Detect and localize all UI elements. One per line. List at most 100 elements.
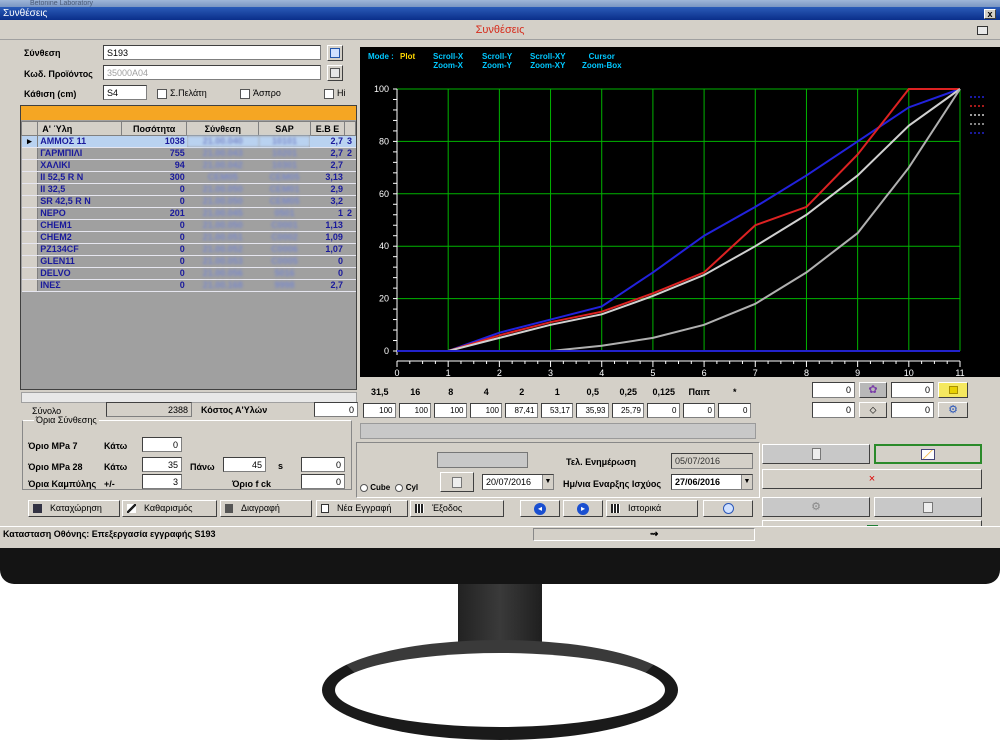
cell-extra[interactable] xyxy=(344,171,356,184)
checkbox-box[interactable] xyxy=(157,88,167,99)
calendar-button[interactable] xyxy=(440,472,474,492)
cell-material[interactable]: II 52,5 R N xyxy=(37,171,122,184)
sieve-value-field[interactable]: 100 xyxy=(469,403,502,418)
table-row[interactable]: GLEN11 0 21.00.053 C0005 0 xyxy=(21,255,356,268)
start-date-field[interactable]: 27/06/2016 ▼ xyxy=(671,474,753,490)
cell-qty[interactable]: 0 xyxy=(121,231,187,244)
sieve-value-field[interactable]: 53,17 xyxy=(540,403,573,418)
client-checkbox[interactable]: Σ.Πελάτη xyxy=(157,88,207,99)
cell-sap[interactable]: 10301 xyxy=(258,159,311,172)
cell-eb[interactable]: 0 xyxy=(310,255,345,268)
cell-synth[interactable]: CEM05 xyxy=(186,171,259,184)
cell-eb[interactable]: 2,7 xyxy=(310,147,345,160)
dropdown-arrow-icon[interactable]: ▼ xyxy=(741,475,752,489)
table-row[interactable]: ΓΑΡΜΠΙΛΙ 755 21.00.043 10201 2,7 2 xyxy=(21,147,356,160)
mpa28-low-input[interactable]: 35 xyxy=(142,457,182,472)
table-row[interactable]: II 52,5 R N 300 CEM05 CEM05 3,13 xyxy=(21,171,356,184)
gear-button[interactable]: ⚙ xyxy=(938,402,968,418)
scroll-xy-ctl[interactable]: Scroll-XY Zoom-XY xyxy=(530,52,566,70)
cell-material[interactable]: ΧΑΛΙΚΙ xyxy=(37,159,122,172)
right-input-3[interactable]: 0 xyxy=(812,402,855,418)
curve-input[interactable]: 3 xyxy=(142,474,182,489)
cell-synth[interactable]: 21.00.050 xyxy=(186,195,259,208)
cell-material[interactable]: CHEM2 xyxy=(37,231,122,244)
cell-eb[interactable]: 0 xyxy=(310,267,345,280)
cell-material[interactable]: PZ134CF xyxy=(37,243,122,256)
cell-synth[interactable]: 21.00.045 xyxy=(186,207,259,220)
cell-eb[interactable]: 2,7 xyxy=(310,135,345,148)
cell-material[interactable]: ΝΕΡΟ xyxy=(37,207,122,220)
zoom-box-label[interactable]: Zoom-Box xyxy=(582,61,622,70)
table-row[interactable]: II 32,5 0 21.00.050 CEM01 2,9 xyxy=(21,183,356,196)
cursor-ctl[interactable]: Cursor Zoom-Box xyxy=(582,52,622,70)
scroll-x-label[interactable]: Scroll-X xyxy=(433,52,463,61)
cell-sap[interactable]: 10201 xyxy=(258,147,311,160)
cell-qty[interactable]: 0 xyxy=(121,267,187,280)
sieve-value-field[interactable]: 100 xyxy=(434,403,467,418)
mode-plot[interactable]: Plot xyxy=(400,52,415,61)
cell-extra[interactable]: 2 xyxy=(344,147,356,160)
table-row[interactable]: PZ134CF 0 21.00.052 C0006 1,07 xyxy=(21,243,356,256)
radio-cube[interactable] xyxy=(360,483,368,492)
cell-qty[interactable]: 201 xyxy=(121,207,187,220)
table-row[interactable]: ΝΕΡΟ 201 21.00.045 0501 1 2 xyxy=(21,207,356,220)
copy-button[interactable] xyxy=(874,497,982,517)
help-button[interactable] xyxy=(703,500,753,517)
cell-qty[interactable]: 0 xyxy=(121,243,187,256)
restore-icon[interactable] xyxy=(977,26,988,35)
scroll-y-label[interactable]: Scroll-Y xyxy=(482,52,512,61)
cancel-button[interactable]: × xyxy=(762,469,982,489)
chart-view-button[interactable] xyxy=(874,444,982,464)
checkbox-box[interactable] xyxy=(240,88,250,99)
cell-extra[interactable] xyxy=(344,243,356,256)
specimen-radio-group[interactable]: Cube Cyl xyxy=(360,483,418,492)
cell-synth[interactable]: 21.00.042 xyxy=(186,159,259,172)
cell-synth[interactable]: 21.00.050 xyxy=(186,219,259,232)
cell-extra[interactable] xyxy=(344,279,356,292)
col-quantity[interactable]: Ποσότητα xyxy=(121,121,188,136)
cell-qty[interactable]: 0 xyxy=(121,195,187,208)
cost-value[interactable]: 0 xyxy=(314,402,358,417)
cell-synth[interactable]: 21.00.052 xyxy=(186,243,259,256)
right-input-2[interactable]: 0 xyxy=(891,382,934,398)
fck-input[interactable]: 0 xyxy=(301,474,345,489)
cell-sap[interactable]: C0005 xyxy=(258,255,311,268)
sieve-value-field[interactable]: 100 xyxy=(363,403,396,418)
cell-material[interactable]: CHEM1 xyxy=(37,219,122,232)
col-eb[interactable]: E.B E xyxy=(309,121,346,136)
cell-qty[interactable]: 0 xyxy=(121,255,187,268)
scroll-xy-label[interactable]: Scroll-XY xyxy=(530,52,566,61)
cell-qty[interactable]: 300 xyxy=(121,171,187,184)
print-settings-button[interactable]: ⚙ xyxy=(762,497,870,517)
cell-synth[interactable]: 21.00.168 xyxy=(186,279,259,292)
cell-qty[interactable]: 1038 xyxy=(121,135,187,148)
cell-material[interactable]: ΙΝΕΣ xyxy=(37,279,122,292)
cell-material[interactable]: SR 42,5 R N xyxy=(37,195,122,208)
cell-synth[interactable]: 21.00.053 xyxy=(186,255,259,268)
cell-extra[interactable] xyxy=(344,255,356,268)
cell-sap[interactable]: C0001 xyxy=(258,219,311,232)
table-row[interactable]: CHEM2 0 21.00.051 C0002 1,09 xyxy=(21,231,356,244)
cell-eb[interactable]: 2,7 xyxy=(310,159,345,172)
right-input-4[interactable]: 0 xyxy=(891,402,934,418)
white-checkbox[interactable]: Άσπρο xyxy=(240,88,281,99)
cell-material[interactable]: ΑΜΜΟΣ 11 xyxy=(37,135,122,148)
cell-qty[interactable]: 0 xyxy=(121,219,187,232)
table-row[interactable]: SR 42,5 R N 0 21.00.050 CEM05 3,2 xyxy=(21,195,356,208)
cell-eb[interactable]: 1,09 xyxy=(310,231,345,244)
cell-extra[interactable] xyxy=(344,183,356,196)
cell-extra[interactable] xyxy=(344,231,356,244)
zoom-y-label[interactable]: Zoom-Y xyxy=(482,61,512,70)
next-button[interactable]: ▸ xyxy=(563,500,603,517)
radio-cyl[interactable] xyxy=(395,483,404,492)
calculator-button[interactable] xyxy=(762,444,870,464)
cell-extra[interactable] xyxy=(344,195,356,208)
scroll-y-ctl[interactable]: Scroll-Y Zoom-Y xyxy=(482,52,512,70)
cell-sap[interactable]: CEM01 xyxy=(258,183,311,196)
right-input-1[interactable]: 0 xyxy=(812,382,855,398)
close-button[interactable]: x xyxy=(984,9,996,19)
table-row[interactable]: ▸ ΑΜΜΟΣ 11 1038 21.00.040 10101 2,7 3 xyxy=(21,135,356,148)
cell-extra[interactable] xyxy=(344,219,356,232)
sieve-value-field[interactable]: 35,93 xyxy=(576,403,609,418)
cell-qty[interactable]: 94 xyxy=(121,159,187,172)
